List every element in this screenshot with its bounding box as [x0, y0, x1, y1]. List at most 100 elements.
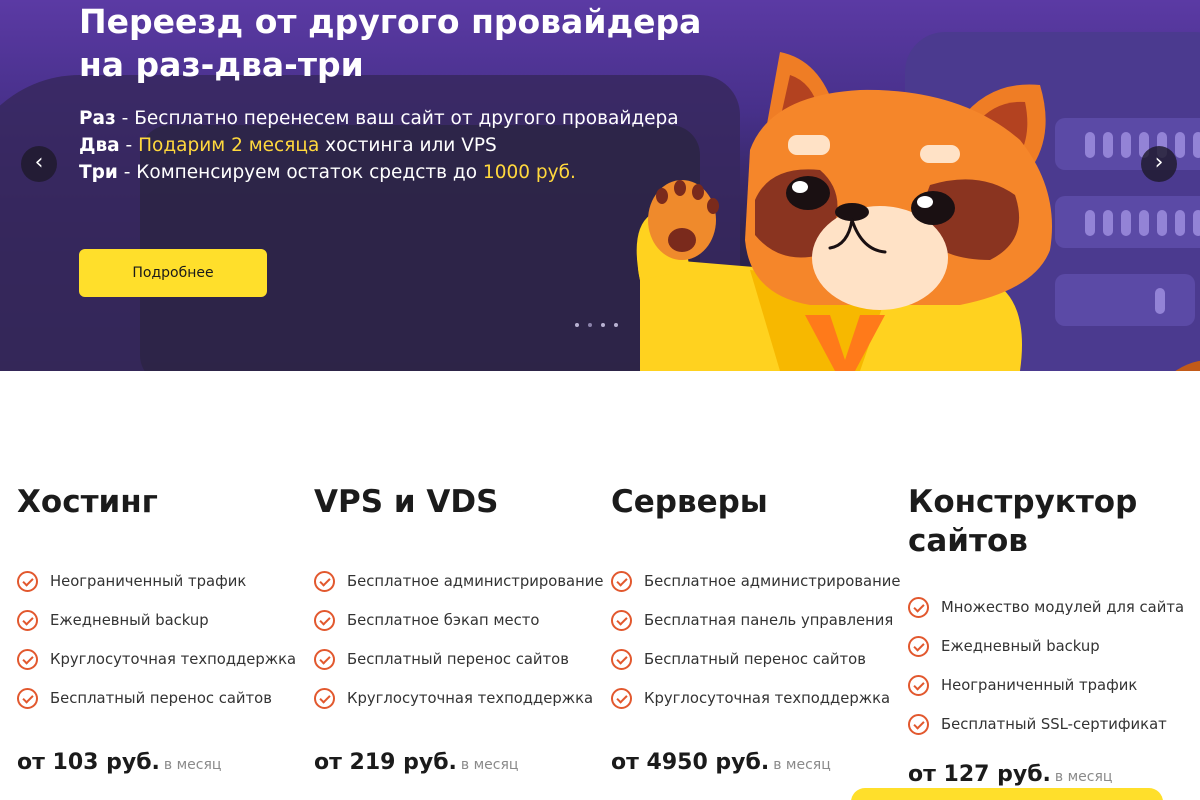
- feature-item: Бесплатный перенос сайтов: [17, 679, 307, 718]
- feature-label: Множество модулей для сайта: [941, 599, 1185, 616]
- check-circle-icon: [17, 688, 38, 709]
- feature-label: Бесплатный перенос сайтов: [644, 651, 866, 668]
- hero-line-separator: -: [119, 135, 139, 156]
- carousel-next-button[interactable]: ›: [1141, 146, 1177, 182]
- feature-item: Бесплатное администрирование: [611, 562, 901, 601]
- hero-line-2: Два - Подарим 2 месяца хостинга или VPS: [79, 135, 497, 156]
- feature-label: Ежедневный backup: [50, 612, 209, 629]
- price-value: от 4950 руб.: [611, 750, 770, 775]
- hero-line-separator: -: [117, 162, 137, 183]
- feature-label: Неограниченный трафик: [941, 677, 1138, 694]
- check-circle-icon: [314, 571, 335, 592]
- feature-item: Бесплатное бэкап место: [314, 601, 604, 640]
- feature-list: Неограниченный трафик Ежедневный backup …: [17, 562, 307, 718]
- feature-label: Бесплатный перенос сайтов: [347, 651, 569, 668]
- check-circle-icon: [611, 649, 632, 670]
- hero-line-highlight: Подарим 2 месяца: [138, 135, 320, 156]
- hero-line-1: Раз - Бесплатно перенесем ваш сайт от др…: [79, 108, 679, 129]
- hero-line-3: Три - Компенсируем остаток средств до 10…: [79, 162, 576, 183]
- plan-card-servers[interactable]: Серверы Бесплатное администрирование Бес…: [611, 483, 901, 775]
- hero-line-separator: -: [115, 108, 135, 129]
- feature-item: Неограниченный трафик: [17, 562, 307, 601]
- feature-item: Бесплатный перенос сайтов: [611, 640, 901, 679]
- price: от 219 руб. в месяц: [314, 750, 518, 775]
- feature-label: Бесплатное администрирование: [347, 573, 604, 590]
- hero-line-tail: хостинга или VPS: [319, 135, 497, 156]
- check-circle-icon: [314, 610, 335, 631]
- carousel-prev-button[interactable]: ‹: [21, 146, 57, 182]
- feature-item: Ежедневный backup: [17, 601, 307, 640]
- hero-line-term: Три: [79, 162, 118, 183]
- price-period: в месяц: [773, 757, 831, 773]
- check-circle-icon: [314, 688, 335, 709]
- plan-title[interactable]: Хостинг: [17, 483, 307, 522]
- feature-item: Круглосуточная техподдержка: [17, 640, 307, 679]
- check-circle-icon: [17, 610, 38, 631]
- plan-title[interactable]: Конструктор сайтов: [908, 483, 1148, 561]
- hero-line-text: Бесплатно перенесем ваш сайт от другого …: [134, 108, 679, 129]
- hero-banner: Переезд от другого провайдера на раз-два…: [0, 0, 1200, 371]
- feature-list: Бесплатное администрирование Бесплатная …: [611, 562, 901, 718]
- feature-label: Неограниченный трафик: [50, 573, 247, 590]
- feature-label: Бесплатное бэкап место: [347, 612, 540, 629]
- carousel-dot[interactable]: [588, 323, 592, 327]
- plan-card-vps[interactable]: VPS и VDS Бесплатное администрирование Б…: [314, 483, 604, 775]
- plan-card-site-builder[interactable]: Конструктор сайтов Множество модулей для…: [908, 483, 1188, 787]
- feature-label: Бесплатный перенос сайтов: [50, 690, 272, 707]
- carousel-dot[interactable]: [601, 323, 605, 327]
- feature-label: Круглосуточная техподдержка: [50, 651, 297, 668]
- feature-item: Бесплатный перенос сайтов: [314, 640, 604, 679]
- hero-line-highlight: 1000 руб.: [482, 162, 576, 183]
- feature-label: Круглосуточная техподдержка: [347, 690, 594, 707]
- price-period: в месяц: [163, 757, 222, 773]
- hero-line-term: Раз: [79, 108, 116, 129]
- price: от 127 руб. в месяц: [908, 762, 1112, 787]
- price-value: от 219 руб.: [314, 750, 457, 775]
- feature-list: Множество модулей для сайта Ежедневный b…: [908, 588, 1198, 744]
- fox-mascot-icon: [636, 52, 1052, 371]
- chevron-right-icon: ›: [1154, 150, 1164, 175]
- feature-item: Круглосуточная техподдержка: [611, 679, 901, 718]
- price: от 103 руб. в месяц: [17, 750, 221, 775]
- check-circle-icon: [611, 610, 632, 631]
- plan-action-button[interactable]: [851, 788, 1163, 800]
- feature-item: Множество модулей для сайта: [908, 588, 1198, 627]
- hero-line-term: Два: [79, 135, 120, 156]
- check-circle-icon: [908, 714, 929, 735]
- more-details-button[interactable]: Подробнее: [79, 249, 267, 297]
- price: от 4950 руб. в месяц: [611, 750, 831, 775]
- feature-label: Бесплатный SSL-сертификат: [941, 716, 1167, 733]
- hero-line-text: Компенсируем остаток средств до: [136, 162, 483, 183]
- feature-item: Ежедневный backup: [908, 627, 1198, 666]
- feature-item: Неограниченный трафик: [908, 666, 1198, 705]
- plan-card-hosting[interactable]: Хостинг Неограниченный трафик Ежедневный…: [17, 483, 307, 775]
- carousel-dot[interactable]: [575, 323, 579, 327]
- feature-item: Бесплатная панель управления: [611, 601, 901, 640]
- check-circle-icon: [908, 597, 929, 618]
- chevron-left-icon: ‹: [34, 150, 44, 175]
- price-period: в месяц: [460, 757, 519, 773]
- check-circle-icon: [17, 571, 38, 592]
- carousel-indicators: [575, 323, 618, 327]
- check-circle-icon: [611, 688, 632, 709]
- feature-list: Бесплатное администрирование Бесплатное …: [314, 562, 604, 718]
- price-value: от 103 руб.: [17, 750, 160, 775]
- feature-label: Круглосуточная техподдержка: [644, 690, 891, 707]
- feature-item: Круглосуточная техподдержка: [314, 679, 604, 718]
- check-circle-icon: [17, 649, 38, 670]
- feature-item: Бесплатный SSL-сертификат: [908, 705, 1198, 744]
- price-value: от 127 руб.: [908, 762, 1051, 787]
- feature-label: Ежедневный backup: [941, 638, 1100, 655]
- check-circle-icon: [611, 571, 632, 592]
- check-circle-icon: [908, 636, 929, 657]
- feature-label: Бесплатная панель управления: [644, 612, 894, 629]
- plan-title[interactable]: Серверы: [611, 483, 901, 522]
- carousel-dot[interactable]: [614, 323, 618, 327]
- check-circle-icon: [314, 649, 335, 670]
- hero-title: Переезд от другого провайдера на раз-два…: [79, 2, 702, 84]
- plan-title[interactable]: VPS и VDS: [314, 483, 604, 522]
- check-circle-icon: [908, 675, 929, 696]
- price-period: в месяц: [1054, 769, 1113, 785]
- feature-label: Бесплатное администрирование: [644, 573, 901, 590]
- feature-item: Бесплатное администрирование: [314, 562, 604, 601]
